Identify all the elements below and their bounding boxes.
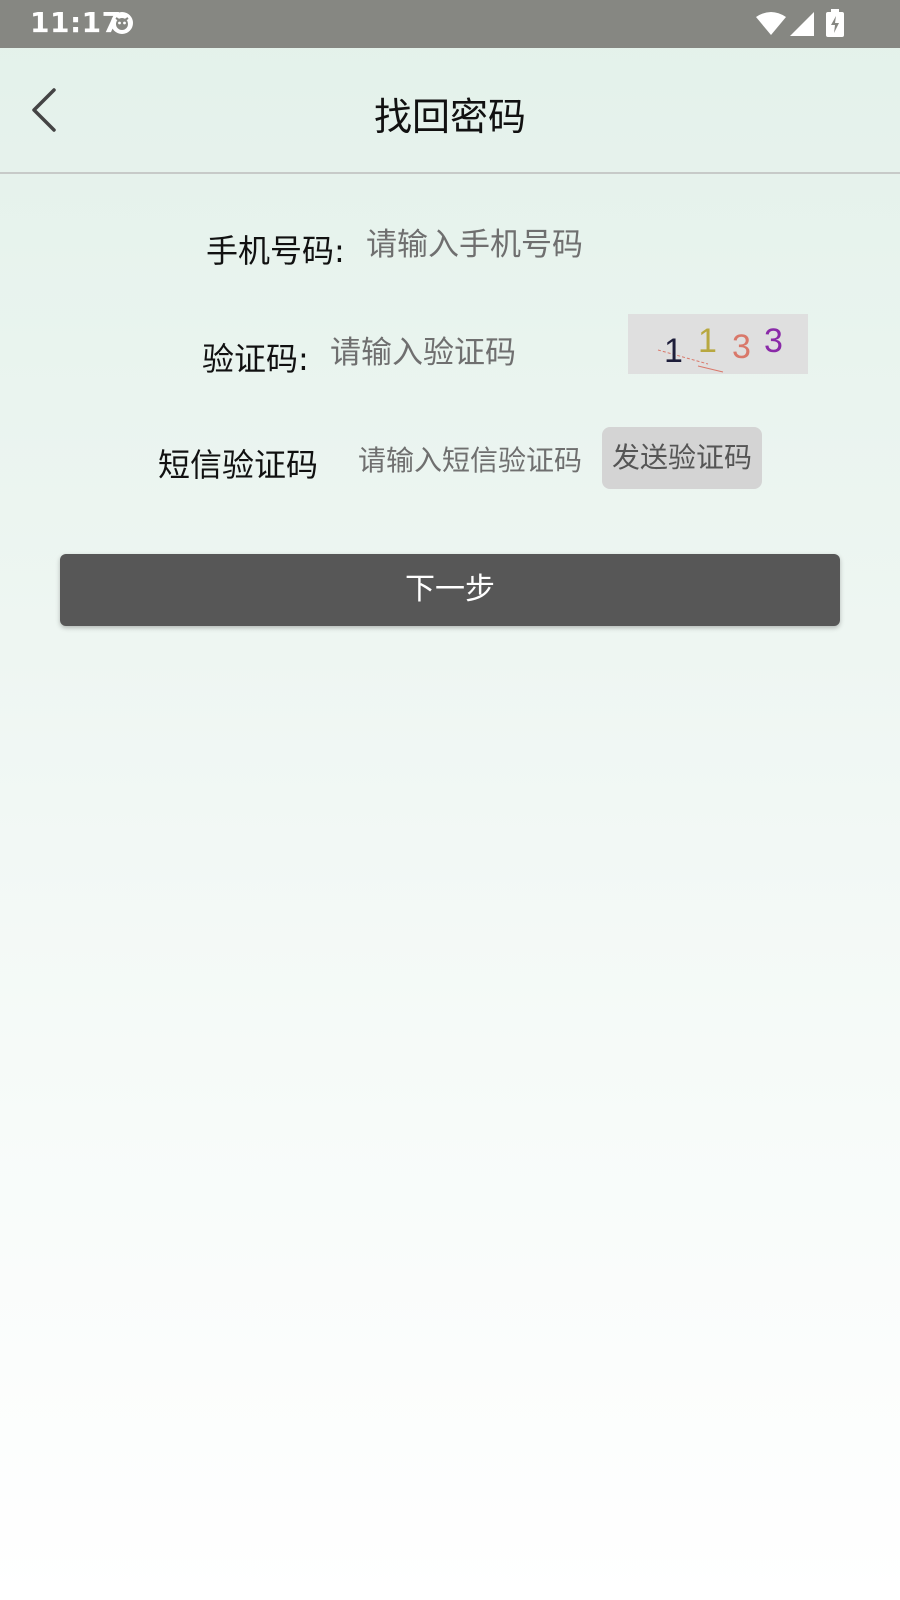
- next-button[interactable]: 下一步: [60, 554, 840, 626]
- captcha-char: 1: [664, 332, 683, 370]
- captcha-char: 1: [698, 322, 717, 360]
- app-notification-icon: [111, 12, 133, 34]
- page-title: 找回密码: [373, 95, 526, 139]
- send-code-button[interactable]: 发送验证码: [602, 427, 762, 489]
- captcha-label: 验证码:: [202, 340, 309, 378]
- header: 找回密码: [0, 48, 900, 174]
- captcha-input[interactable]: [330, 330, 610, 376]
- captcha-char: 3: [764, 322, 783, 360]
- phone-label: 手机号码:: [206, 232, 345, 270]
- captcha-char: 3: [732, 328, 751, 366]
- status-bar: 11:17: [0, 0, 900, 48]
- battery-charging-icon: [826, 9, 844, 37]
- cell-signal-icon: [790, 12, 814, 36]
- wifi-icon: [756, 12, 786, 35]
- sms-label: 短信验证码: [158, 446, 319, 484]
- phone-input[interactable]: [366, 222, 766, 268]
- sms-code-input[interactable]: [358, 438, 598, 482]
- captcha-image[interactable]: 1 1 3 3: [628, 314, 808, 374]
- status-time: 11:17: [30, 6, 122, 39]
